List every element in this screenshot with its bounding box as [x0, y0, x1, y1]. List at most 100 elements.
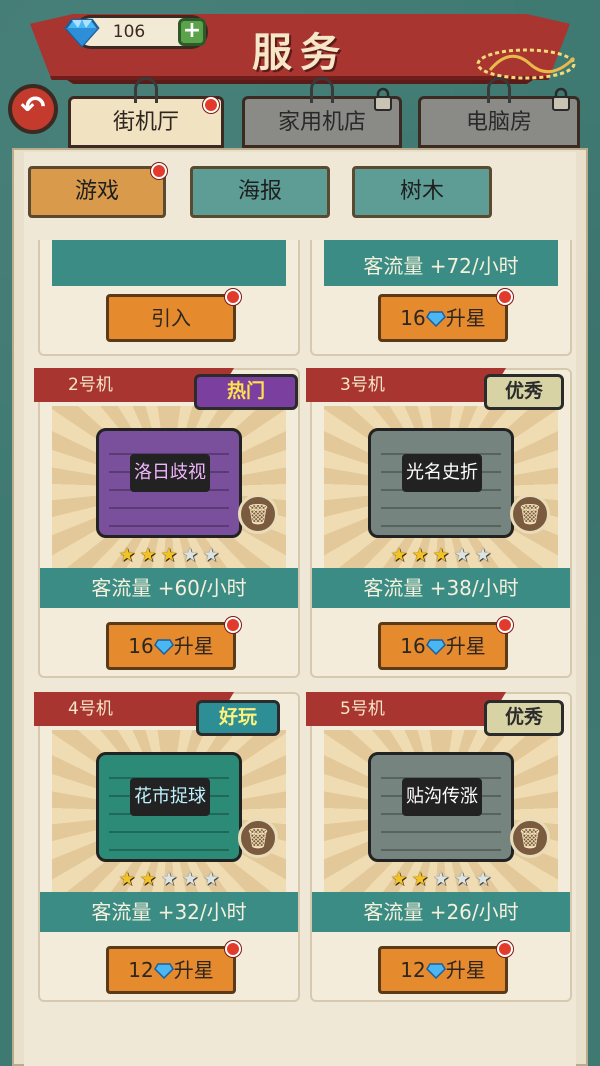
tab-console-label: 家用机店: [277, 110, 366, 135]
game-title: 花市捉球: [130, 778, 210, 816]
star-rating: ★ ★ ★ ★ ★: [38, 544, 300, 566]
subtab-games[interactable]: 游戏: [28, 163, 167, 218]
upgrade-button[interactable]: 12 升星: [106, 941, 241, 994]
circuit-trace: [381, 507, 501, 509]
subtab-trees-label: 树木: [399, 179, 444, 204]
star-rating: ★ ★ ★ ★ ★: [310, 868, 572, 890]
upgrade-button[interactable]: 16 升星: [106, 617, 241, 670]
star-icon: ★: [160, 544, 178, 566]
circuit-trace: [109, 507, 229, 509]
diamond-icon: [153, 963, 174, 979]
traffic-text: 客流量 +38/小时: [312, 568, 570, 608]
status-badge: 热门: [194, 374, 298, 410]
add-gems-button[interactable]: +: [178, 18, 206, 46]
machine-card: 2号机 洛日歧视 🗑 ★ ★ ★ ★ ★ 客流量 +60/小时 16 升星: [34, 368, 300, 678]
clip-icon: [134, 77, 158, 103]
import-button-label: 引入: [151, 306, 191, 330]
subtab-posters-label: 海报: [237, 179, 282, 204]
star-icon: ★: [432, 868, 450, 890]
upgrade-button[interactable]: 16 升星: [378, 617, 513, 670]
star-icon: ★: [432, 544, 450, 566]
diamond-icon: [425, 639, 446, 655]
notification-dot: [497, 289, 513, 305]
traffic-text: 客流量 +72/小时: [324, 240, 558, 286]
circuit-trace: [381, 831, 501, 833]
circuit-trace: [381, 849, 501, 851]
notification-dot: [497, 941, 513, 957]
notification-dot: [225, 289, 241, 305]
star-icon: ★: [160, 868, 178, 890]
star-icon: ★: [411, 544, 429, 566]
notification-dot: [203, 97, 219, 113]
game-title: 贴沟传涨: [402, 778, 482, 816]
star-icon: ★: [181, 868, 199, 890]
diamond-icon: [425, 963, 446, 979]
game-title: 光名史折: [402, 454, 482, 492]
star-icon: ★: [453, 544, 471, 566]
notification-dot: [225, 941, 241, 957]
upgrade-cost: 16: [400, 306, 426, 330]
back-button[interactable]: ↶: [8, 84, 58, 134]
machine-card: 4号机 花市捉球 🗑 ★ ★ ★ ★ ★ 客流量 +32/小时 12 升星: [34, 692, 300, 1002]
machine-card: 3号机 光名史折 🗑 ★ ★ ★ ★ ★ 客流量 +38/小时 16 升星: [306, 368, 572, 678]
machine-card-1: 引入: [38, 240, 300, 356]
diamond-icon: [64, 18, 100, 48]
upgrade-cost: 16: [400, 634, 426, 658]
tab-arcade[interactable]: 街机厅: [68, 77, 224, 148]
tab-computer-label: 电脑房: [465, 110, 532, 135]
trash-icon[interactable]: 🗑: [238, 494, 278, 534]
star-icon: ★: [118, 868, 136, 890]
subtab-games-label: 游戏: [74, 179, 119, 204]
traffic-bar: [52, 240, 286, 286]
import-button[interactable]: 引入: [106, 289, 241, 342]
subtab-posters[interactable]: 海报: [190, 166, 330, 218]
machine-name: 3号机: [306, 368, 506, 402]
machine-card: 5号机 贴沟传涨 🗑 ★ ★ ★ ★ ★ 客流量 +26/小时 12 升星: [306, 692, 572, 1002]
upgrade-button[interactable]: 16 升星: [378, 289, 513, 342]
trash-icon[interactable]: 🗑: [510, 818, 550, 858]
star-icon: ★: [390, 544, 408, 566]
trash-icon[interactable]: 🗑: [510, 494, 550, 534]
star-icon: ★: [181, 544, 199, 566]
machine-name: 5号机: [306, 692, 506, 726]
circuit-trace: [109, 525, 229, 527]
circuit-trace: [109, 831, 229, 833]
tab-console-store[interactable]: 家用机店: [242, 77, 402, 148]
status-badge: 好玩: [196, 700, 280, 736]
diamond-icon: [425, 311, 446, 327]
notification-dot: [225, 617, 241, 633]
star-icon: ★: [474, 544, 492, 566]
notification-dot: [497, 617, 513, 633]
upgrade-button[interactable]: 12 升星: [378, 941, 513, 994]
star-rating: ★ ★ ★ ★ ★: [38, 868, 300, 890]
upgrade-label: 升星: [173, 634, 214, 658]
subtab-trees[interactable]: 树木: [352, 166, 492, 218]
traffic-text: 客流量 +60/小时: [40, 568, 298, 608]
diamond-icon: [153, 639, 174, 655]
trash-icon[interactable]: 🗑: [238, 818, 278, 858]
clip-icon: [487, 77, 511, 103]
upgrade-cost: 12: [128, 958, 154, 982]
traffic-text: 客流量 +32/小时: [40, 892, 298, 932]
notification-dot: [151, 163, 167, 179]
upgrade-label: 升星: [173, 958, 214, 982]
star-rating: ★ ★ ★ ★ ★: [310, 544, 572, 566]
circuit-trace: [109, 849, 229, 851]
status-badge: 优秀: [484, 700, 564, 736]
game-title: 洛日歧视: [130, 454, 210, 492]
circuit-trace: [381, 525, 501, 527]
upgrade-label: 升星: [445, 958, 486, 982]
star-icon: ★: [390, 868, 408, 890]
star-icon: ★: [202, 868, 220, 890]
back-arrow-icon: ↶: [20, 90, 46, 125]
upgrade-cost: 12: [400, 958, 426, 982]
star-icon: ★: [118, 544, 136, 566]
upgrade-label: 升星: [445, 634, 486, 658]
star-icon: ★: [139, 868, 157, 890]
padlock-icon: [552, 87, 570, 111]
tab-arcade-label: 街机厅: [112, 110, 179, 135]
star-icon: ★: [453, 868, 471, 890]
upgrade-cost: 16: [128, 634, 154, 658]
tab-computer-room[interactable]: 电脑房: [418, 77, 580, 148]
machine-card-top-right: 客流量 +72/小时 16 升星: [310, 240, 572, 356]
